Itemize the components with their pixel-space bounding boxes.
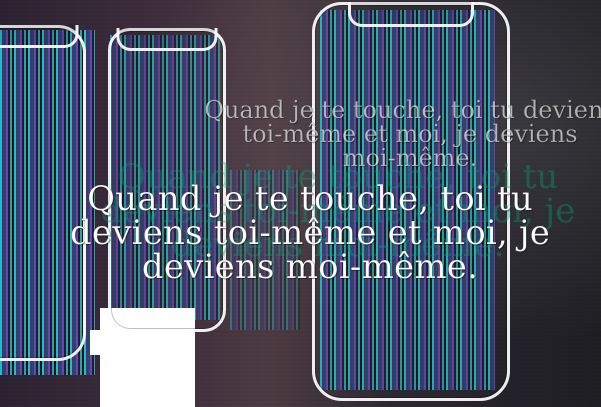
phone-notch-icon bbox=[116, 28, 218, 51]
phone-outline-icon-middle bbox=[108, 28, 226, 332]
phone-notch-icon bbox=[0, 25, 79, 48]
glitch-stripes-faint bbox=[230, 170, 300, 330]
phone-outline-icon-left bbox=[0, 25, 86, 361]
phone-notch-icon bbox=[348, 2, 474, 27]
phone-outline-icon-right bbox=[312, 2, 510, 401]
glitch-phone-image: Quand je te touche, toi tu deviens toi-m… bbox=[0, 0, 601, 407]
